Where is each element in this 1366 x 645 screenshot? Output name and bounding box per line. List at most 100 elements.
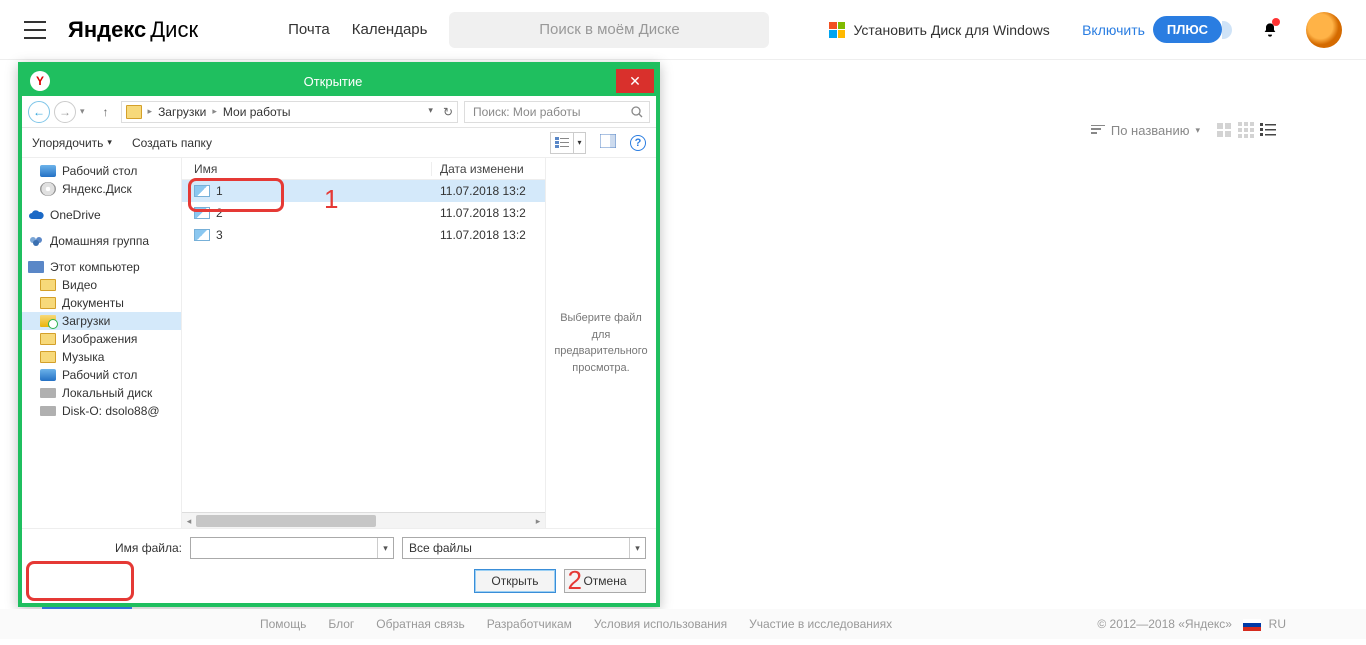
search-placeholder: Поиск в моём Диске	[539, 21, 679, 38]
chevron-down-icon: ▾	[573, 133, 585, 153]
search-input[interactable]: Поиск в моём Диске	[449, 12, 769, 48]
tree-desktop[interactable]: Рабочий стол	[22, 162, 181, 180]
folder-tree: Рабочий стол Яндекс.Диск OneDrive Домашн…	[22, 158, 182, 528]
logo-bold: Яндекс	[68, 17, 146, 43]
footer-developers[interactable]: Разработчикам	[487, 617, 572, 631]
filename-input[interactable]: ▾	[190, 537, 394, 559]
tree-documents[interactable]: Документы	[22, 294, 181, 312]
nav-up-icon[interactable]: ↑	[95, 101, 117, 123]
file-row[interactable]: 3 11.07.2018 13:2	[182, 224, 545, 246]
tree-downloads[interactable]: Загрузки	[22, 312, 181, 330]
folder-icon	[126, 105, 142, 119]
tree-homegroup[interactable]: Домашняя группа	[22, 232, 181, 250]
file-type-filter[interactable]: Все файлы ▾	[402, 537, 646, 559]
avatar[interactable]	[1306, 12, 1342, 48]
image-file-icon	[194, 185, 210, 197]
app-header: Яндекс Диск Почта Календарь Поиск в моём…	[0, 0, 1366, 60]
dialog-titlebar: Y Открытие ✕	[22, 66, 656, 96]
nav-mail[interactable]: Почта	[288, 21, 330, 38]
tree-local-disk[interactable]: Локальный диск	[22, 384, 181, 402]
plus-pill[interactable]: ПЛЮС	[1153, 16, 1222, 43]
page-footer: Помощь Блог Обратная связь Разработчикам…	[0, 609, 1366, 639]
tree-this-pc[interactable]: Этот компьютер	[22, 258, 181, 276]
lang-label[interactable]: RU	[1269, 617, 1286, 631]
file-row[interactable]: 1 11.07.2018 13:2	[182, 180, 545, 202]
nav-recent-chevron[interactable]: ▾	[80, 106, 85, 117]
view-list-icon[interactable]	[1260, 122, 1276, 138]
drive-icon	[40, 388, 56, 398]
footer-terms[interactable]: Условия использования	[594, 617, 727, 631]
dialog-addressbar: ← → ▾ ↑ ▸ Загрузки ▸ Мои работы ▾ ↻ Поис…	[22, 96, 656, 128]
downloads-folder-icon	[40, 315, 56, 327]
tree-music[interactable]: Музыка	[22, 348, 181, 366]
tree-desktop2[interactable]: Рабочий стол	[22, 366, 181, 384]
view-small-icon[interactable]	[1238, 122, 1254, 138]
view-mode-button[interactable]: ▾	[550, 132, 586, 154]
folder-icon	[40, 351, 56, 363]
address-field[interactable]: ▸ Загрузки ▸ Мои работы ▾ ↻	[121, 101, 458, 123]
list-controls: По названию ▾	[1091, 122, 1276, 138]
breadcrumb-works[interactable]: Мои работы	[223, 105, 291, 119]
preview-pane-icon[interactable]	[600, 134, 616, 151]
footer-research[interactable]: Участие в исследованиях	[749, 617, 892, 631]
chevron-down-icon[interactable]: ▾	[377, 538, 393, 558]
sort-dropdown[interactable]: По названию ▾	[1091, 123, 1200, 138]
file-open-dialog: Y Открытие ✕ ← → ▾ ↑ ▸ Загрузки ▸ Мои ра…	[18, 62, 660, 607]
column-headers: Имя Дата изменени	[182, 158, 545, 180]
chevron-right-icon: ▸	[212, 106, 217, 117]
organize-menu[interactable]: Упорядочить ▾	[32, 136, 112, 150]
chevron-down-icon[interactable]: ▾	[629, 538, 645, 558]
install-disk-link[interactable]: Установить Диск для Windows	[829, 22, 1049, 38]
tree-videos[interactable]: Видео	[22, 276, 181, 294]
refresh-icon[interactable]: ↻	[443, 105, 453, 119]
chevron-down-icon: ▾	[1195, 125, 1200, 136]
file-row[interactable]: 2 11.07.2018 13:2	[182, 202, 545, 224]
annotation-box-2	[26, 561, 134, 601]
footer-blog[interactable]: Блог	[328, 617, 354, 631]
desktop-icon	[40, 369, 56, 381]
scroll-right-icon[interactable]: ▸	[531, 513, 545, 529]
dialog-search-input[interactable]: Поиск: Мои работы	[464, 101, 650, 123]
drive-icon	[40, 406, 56, 416]
bell-icon[interactable]	[1262, 20, 1278, 40]
dialog-footer: Имя файла: ▾ Все файлы ▾ Открыть Отмена …	[22, 528, 656, 603]
file-list-pane: Имя Дата изменени 1 11.07.2018 13:2 2 11…	[182, 158, 546, 528]
tree-disk-o[interactable]: Disk-O: dsolo88@	[22, 402, 181, 420]
nav-forward-icon[interactable]: →	[54, 101, 76, 123]
open-button[interactable]: Открыть	[474, 569, 556, 593]
footer-feedback[interactable]: Обратная связь	[376, 617, 464, 631]
tree-yandex-disk[interactable]: Яндекс.Диск	[22, 180, 181, 198]
copyright: © 2012—2018 «Яндекс» RU	[1097, 617, 1286, 631]
sort-label: По названию	[1111, 123, 1190, 138]
breadcrumb-downloads[interactable]: Загрузки	[158, 105, 206, 119]
plus-area: Включить ПЛЮС	[1082, 12, 1342, 48]
chevron-down-icon[interactable]: ▾	[428, 105, 433, 119]
view-large-icon[interactable]	[1216, 122, 1232, 138]
scrollbar-thumb[interactable]	[196, 515, 376, 527]
footer-help[interactable]: Помощь	[260, 617, 306, 631]
close-icon[interactable]: ✕	[616, 69, 654, 93]
enable-label[interactable]: Включить	[1082, 22, 1145, 38]
new-folder-button[interactable]: Создать папку	[132, 136, 212, 150]
col-date[interactable]: Дата изменени	[432, 162, 542, 176]
view-switcher	[1216, 122, 1276, 138]
image-file-icon	[194, 229, 210, 241]
dialog-title: Открытие	[50, 74, 616, 89]
nav-back-icon[interactable]: ←	[28, 101, 50, 123]
address-controls: ▾ ↻	[428, 105, 453, 119]
logo-text: Диск	[150, 17, 198, 43]
hamburger-icon[interactable]	[24, 21, 46, 39]
cancel-button[interactable]: Отмена	[564, 569, 646, 593]
desktop-icon	[40, 165, 56, 177]
search-icon	[631, 106, 643, 118]
nav-calendar[interactable]: Календарь	[352, 21, 428, 38]
col-name[interactable]: Имя	[182, 162, 432, 176]
dialog-toolbar: Упорядочить ▾ Создать папку ▾ ?	[22, 128, 656, 158]
tree-pictures[interactable]: Изображения	[22, 330, 181, 348]
horizontal-scrollbar[interactable]: ◂ ▸	[182, 512, 545, 528]
tree-onedrive[interactable]: OneDrive	[22, 206, 181, 224]
preview-text: Выберите файл для предварительного просм…	[552, 310, 650, 376]
logo[interactable]: Яндекс Диск	[68, 17, 198, 43]
help-icon[interactable]: ?	[630, 135, 646, 151]
scroll-left-icon[interactable]: ◂	[182, 513, 196, 529]
